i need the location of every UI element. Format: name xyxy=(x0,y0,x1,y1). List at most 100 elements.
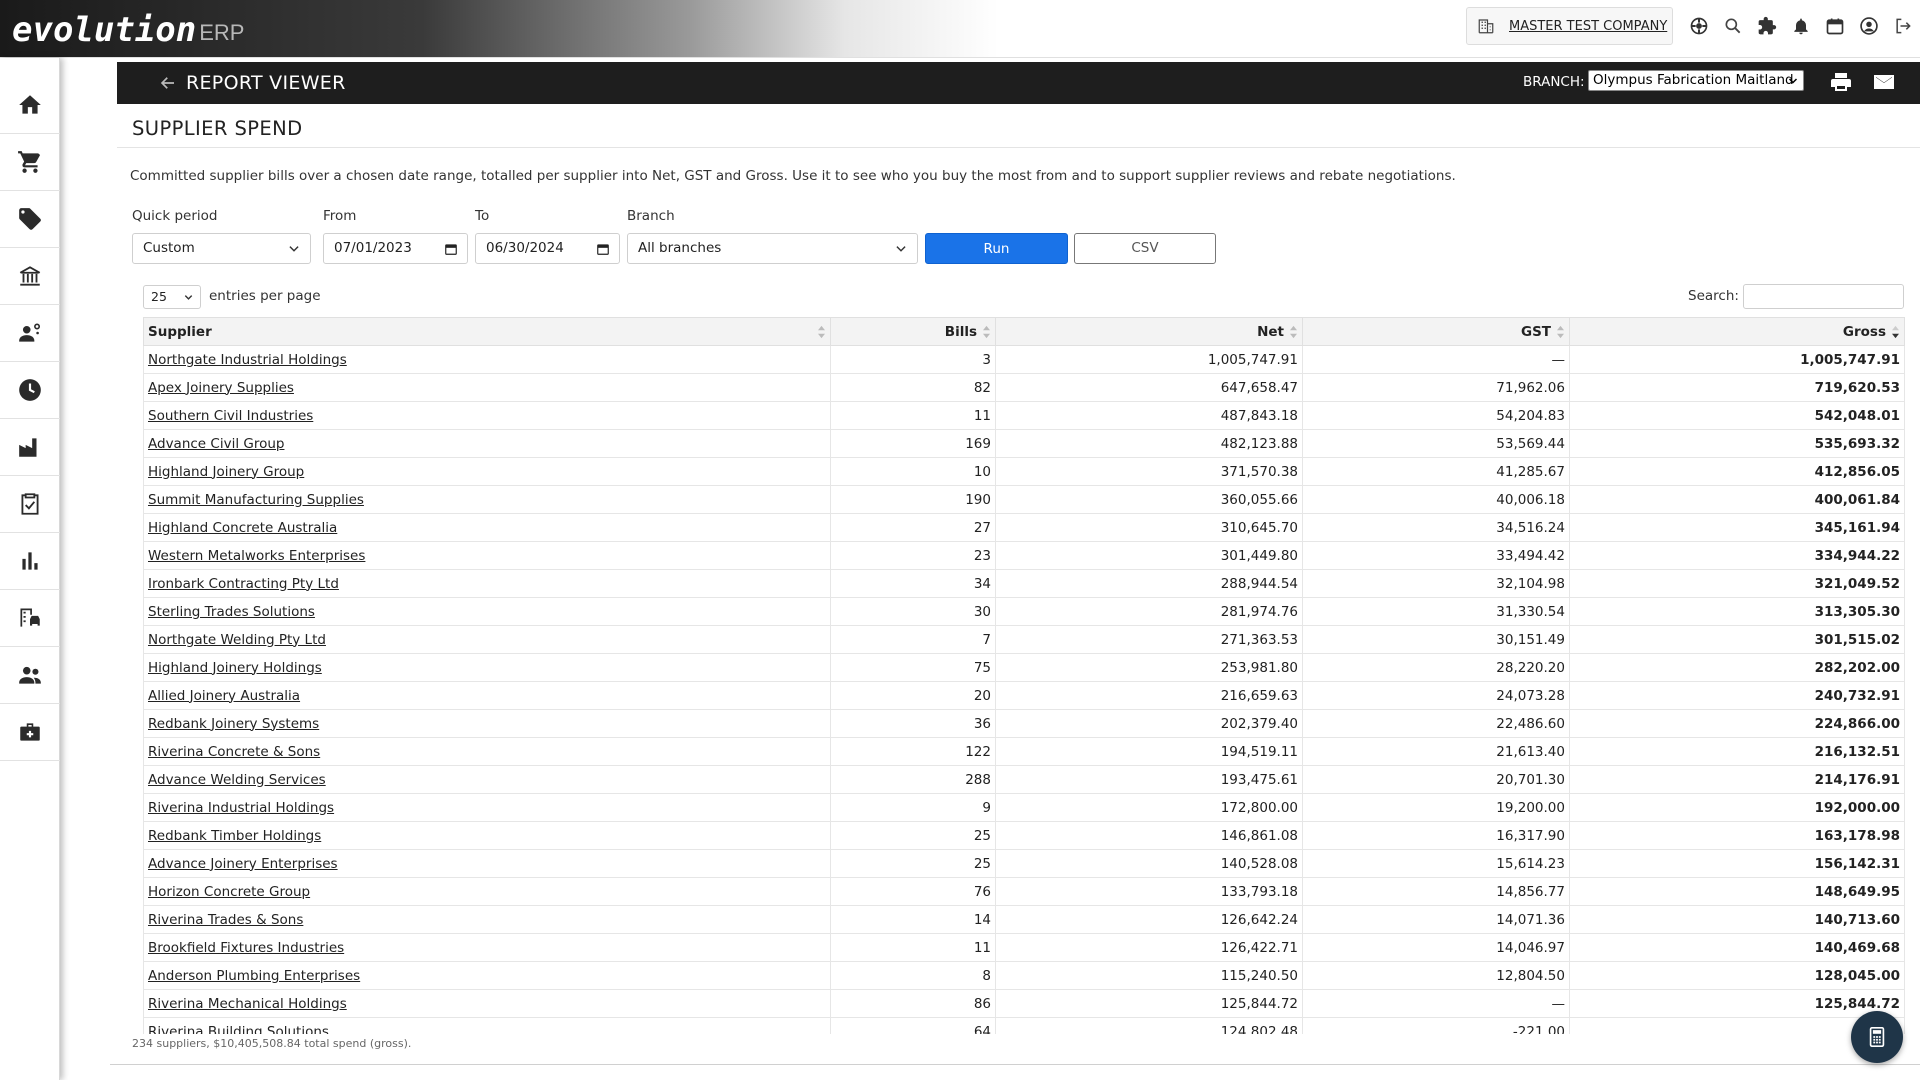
supplier-spend-table-container[interactable]: Supplier Bills Net GST Gross Northgate I… xyxy=(143,317,1905,1034)
supplier-link[interactable]: Summit Manufacturing Supplies xyxy=(148,492,364,508)
supplier-link[interactable]: Highland Concrete Australia xyxy=(148,520,337,536)
puzzle-icon[interactable] xyxy=(1750,13,1784,39)
from-date-input[interactable]: 07/01/2023 xyxy=(323,233,468,264)
sidebar-item-manufacturing[interactable] xyxy=(0,419,60,476)
sort-icon xyxy=(983,325,990,339)
supplier-cell: Riverina Industrial Holdings xyxy=(143,793,831,822)
bell-icon[interactable] xyxy=(1784,13,1818,39)
search-icon[interactable] xyxy=(1716,13,1750,39)
supplier-link[interactable]: Apex Joinery Supplies xyxy=(148,380,294,396)
csv-button[interactable]: CSV xyxy=(1074,233,1216,264)
settings-wheel-icon[interactable] xyxy=(1682,13,1716,39)
sidebar-item-admin[interactable] xyxy=(0,704,60,761)
building-icon xyxy=(1478,19,1494,34)
run-button[interactable]: Run xyxy=(925,233,1068,264)
sidebar-item-people[interactable] xyxy=(0,647,60,704)
supplier-link[interactable]: Riverina Trades & Sons xyxy=(148,912,303,928)
supplier-link[interactable]: Highland Joinery Holdings xyxy=(148,660,322,676)
bills-cell: 86 xyxy=(830,989,996,1018)
table-row: Redbank Joinery Systems 36 202,379.40 22,48… xyxy=(143,709,1905,738)
supplier-link[interactable]: Riverina Industrial Holdings xyxy=(148,800,334,816)
back-arrow-icon[interactable] xyxy=(159,74,177,92)
net-cell: 281,974.76 xyxy=(995,597,1303,626)
sidebar-item-jobs[interactable] xyxy=(0,476,60,533)
supplier-cell: Redbank Joinery Systems xyxy=(143,709,831,738)
bills-cell: 75 xyxy=(830,653,996,682)
column-header-net[interactable]: Net xyxy=(995,317,1303,346)
supplier-cell: Advance Joinery Enterprises xyxy=(143,849,831,878)
supplier-cell: Riverina Building Solutions xyxy=(143,1017,831,1035)
email-icon[interactable] xyxy=(1871,70,1897,94)
gst-cell: 40,006.18 xyxy=(1302,485,1570,514)
supplier-link[interactable]: Northgate Industrial Holdings xyxy=(148,352,347,368)
supplier-link[interactable]: Western Metalworks Enterprises xyxy=(148,548,365,564)
sidebar-item-time[interactable] xyxy=(0,362,60,419)
sidebar-item-contacts[interactable] xyxy=(0,305,60,362)
supplier-link[interactable]: Horizon Concrete Group xyxy=(148,884,310,900)
gst-cell: 16,317.90 xyxy=(1302,821,1570,850)
column-header-gst[interactable]: GST xyxy=(1302,317,1570,346)
gross-cell: 240,732.91 xyxy=(1569,681,1905,710)
account-icon[interactable] xyxy=(1852,13,1886,39)
column-header-gross[interactable]: Gross xyxy=(1569,317,1905,346)
supplier-link[interactable]: Riverina Concrete & Sons xyxy=(148,744,320,760)
supplier-link[interactable]: Allied Joinery Australia xyxy=(148,688,300,704)
branch-filter-select[interactable]: All branches xyxy=(627,233,918,264)
supplier-link[interactable]: Highland Joinery Group xyxy=(148,464,304,480)
column-header-bills[interactable]: Bills xyxy=(830,317,996,346)
sidebar-item-assets[interactable] xyxy=(0,590,60,647)
supplier-link[interactable]: Redbank Joinery Systems xyxy=(148,716,319,732)
gst-cell: 24,073.28 xyxy=(1302,681,1570,710)
branch-select[interactable]: Olympus Fabrication Maitland xyxy=(1588,70,1804,91)
sidebar-item-finance[interactable] xyxy=(0,248,60,305)
sidebar-item-home[interactable] xyxy=(0,77,60,134)
supplier-cell: Redbank Timber Holdings xyxy=(143,821,831,850)
calendar-icon[interactable] xyxy=(596,242,610,256)
clock-icon xyxy=(19,379,41,401)
supplier-link[interactable]: Brookfield Fixtures Industries xyxy=(148,940,344,956)
calendar-icon[interactable] xyxy=(1818,13,1852,39)
company-switcher[interactable]: MASTER TEST COMPANY xyxy=(1466,7,1673,45)
supplier-link[interactable]: Advance Civil Group xyxy=(148,436,284,452)
page-size-select[interactable]: 25 xyxy=(143,285,201,309)
logout-icon[interactable] xyxy=(1886,13,1920,39)
supplier-link[interactable]: Advance Joinery Enterprises xyxy=(148,856,338,872)
net-cell: 133,793.18 xyxy=(995,877,1303,906)
supplier-cell: Northgate Industrial Holdings xyxy=(143,345,831,374)
toolbox-icon xyxy=(20,723,40,741)
column-header-label: Gross xyxy=(1842,323,1886,340)
supplier-link[interactable]: Redbank Timber Holdings xyxy=(148,828,321,844)
supplier-link[interactable]: Advance Welding Services xyxy=(148,772,326,788)
calculator-button[interactable] xyxy=(1851,1011,1903,1063)
supplier-link[interactable]: Riverina Mechanical Holdings xyxy=(148,996,347,1012)
net-cell: 125,844.72 xyxy=(995,989,1303,1018)
to-date-input[interactable]: 06/30/2024 xyxy=(475,233,620,264)
print-icon[interactable] xyxy=(1829,70,1853,94)
search-input[interactable] xyxy=(1743,284,1904,309)
table-row: Riverina Mechanical Holdings 86 125,844.72… xyxy=(143,989,1905,1018)
gst-cell: — xyxy=(1302,989,1570,1018)
supplier-link[interactable]: Southern Civil Industries xyxy=(148,408,313,424)
supplier-cell: Ironbark Contracting Pty Ltd xyxy=(143,569,831,598)
net-cell: 271,363.53 xyxy=(995,625,1303,654)
gross-cell: 140,469.68 xyxy=(1569,933,1905,962)
supplier-link[interactable]: Riverina Building Solutions xyxy=(148,1024,329,1035)
table-row: Horizon Concrete Group 76 133,793.18 14,856… xyxy=(143,877,1905,906)
sidebar-item-sales[interactable] xyxy=(0,134,60,191)
supplier-link[interactable]: Ironbark Contracting Pty Ltd xyxy=(148,576,339,592)
calendar-icon[interactable] xyxy=(444,242,458,256)
clipboard-check-icon xyxy=(21,493,39,515)
net-cell: 172,800.00 xyxy=(995,793,1303,822)
report-viewer-title: REPORT VIEWER xyxy=(186,72,346,94)
bills-cell: 34 xyxy=(830,569,996,598)
supplier-link[interactable]: Northgate Welding Pty Ltd xyxy=(148,632,326,648)
net-cell: 126,422.71 xyxy=(995,933,1303,962)
sidebar-item-products[interactable] xyxy=(0,191,60,248)
supplier-link[interactable]: Sterling Trades Solutions xyxy=(148,604,315,620)
supplier-link[interactable]: Anderson Plumbing Enterprises xyxy=(148,968,360,984)
column-header-supplier[interactable]: Supplier xyxy=(143,317,831,346)
quick-period-select[interactable]: Custom xyxy=(132,233,311,264)
app-logo[interactable]: evolution ERP xyxy=(12,6,244,50)
gross-cell: 535,693.32 xyxy=(1569,429,1905,458)
sidebar-item-reports[interactable] xyxy=(0,533,60,590)
